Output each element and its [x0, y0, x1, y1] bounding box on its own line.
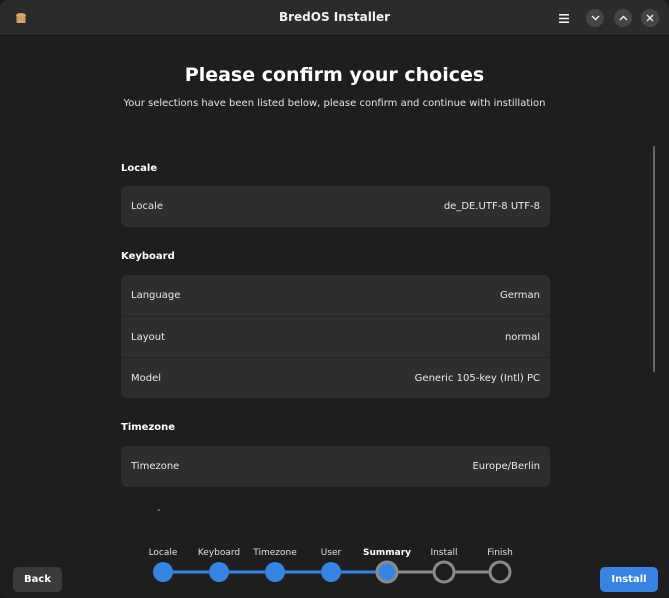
section-title-keyboard: Keyboard — [121, 251, 175, 262]
row-label: Model — [131, 372, 162, 384]
title-bar[interactable]: BredOS Installer — [0, 0, 669, 36]
row-label: Locale — [131, 201, 164, 212]
step-label-summary: Summary — [362, 548, 412, 558]
back-button[interactable]: Back — [13, 567, 62, 592]
maximize-icon — [619, 15, 627, 21]
row-value: German — [499, 290, 540, 301]
timezone-card: Timezone Europe/Berlin — [121, 446, 550, 487]
page-title: Please confirm your choices — [184, 64, 485, 86]
step-label-keyboard: Keyboard — [197, 548, 241, 558]
locale-card: Locale de_DE.UTF-8 UTF-8 — [121, 186, 550, 227]
row-label: Layout — [131, 331, 165, 343]
summary-row-locale: Locale de_DE.UTF-8 UTF-8 — [121, 186, 550, 227]
minimize-button[interactable] — [586, 9, 604, 27]
section-title-timezone: Timezone — [121, 422, 176, 433]
summary-row-language: Language German — [121, 275, 550, 316]
row-value: Europe/Berlin — [472, 461, 540, 472]
menu-icon — [559, 13, 569, 23]
page-subtitle: Your selections have been listed below, … — [123, 98, 546, 109]
step-dot-finish — [488, 560, 512, 584]
step-dot-timezone — [265, 562, 285, 582]
step-label-timezone: Timezone — [253, 548, 297, 558]
row-label: Timezone — [131, 461, 180, 472]
menu-button[interactable] — [557, 11, 571, 25]
close-button[interactable] — [641, 9, 659, 27]
trailing-text: - — [157, 505, 161, 516]
step-dot-summary — [375, 560, 399, 584]
row-value: de_DE.UTF-8 UTF-8 — [443, 201, 540, 212]
step-label-locale: Locale — [148, 548, 178, 558]
row-label: Language — [131, 290, 181, 301]
close-icon — [646, 14, 654, 22]
install-button[interactable]: Install — [600, 567, 658, 592]
step-label-finish: Finish — [487, 548, 513, 558]
summary-row-timezone: Timezone Europe/Berlin — [121, 446, 550, 487]
step-dot-install — [432, 560, 456, 584]
section-title-locale: Locale — [121, 163, 158, 174]
minimize-icon — [591, 15, 599, 21]
step-dot-keyboard — [209, 562, 229, 582]
step-label-user: User — [320, 548, 342, 558]
summary-row-layout: Layout normal — [121, 316, 550, 357]
installer-window: BredOS Installer Please confirm your cho… — [0, 0, 669, 598]
row-value: normal — [504, 331, 540, 343]
step-label-install: Install — [430, 548, 458, 558]
summary-row-model: Model Generic 105-key (Intl) PC — [121, 357, 550, 398]
maximize-button[interactable] — [614, 9, 632, 27]
scrollbar[interactable] — [653, 146, 655, 372]
keyboard-card: Language German Layout normal Model Gene… — [121, 275, 550, 398]
row-value: Generic 105-key (Intl) PC — [414, 372, 540, 384]
step-dot-locale — [153, 562, 173, 582]
step-dot-user — [321, 562, 341, 582]
